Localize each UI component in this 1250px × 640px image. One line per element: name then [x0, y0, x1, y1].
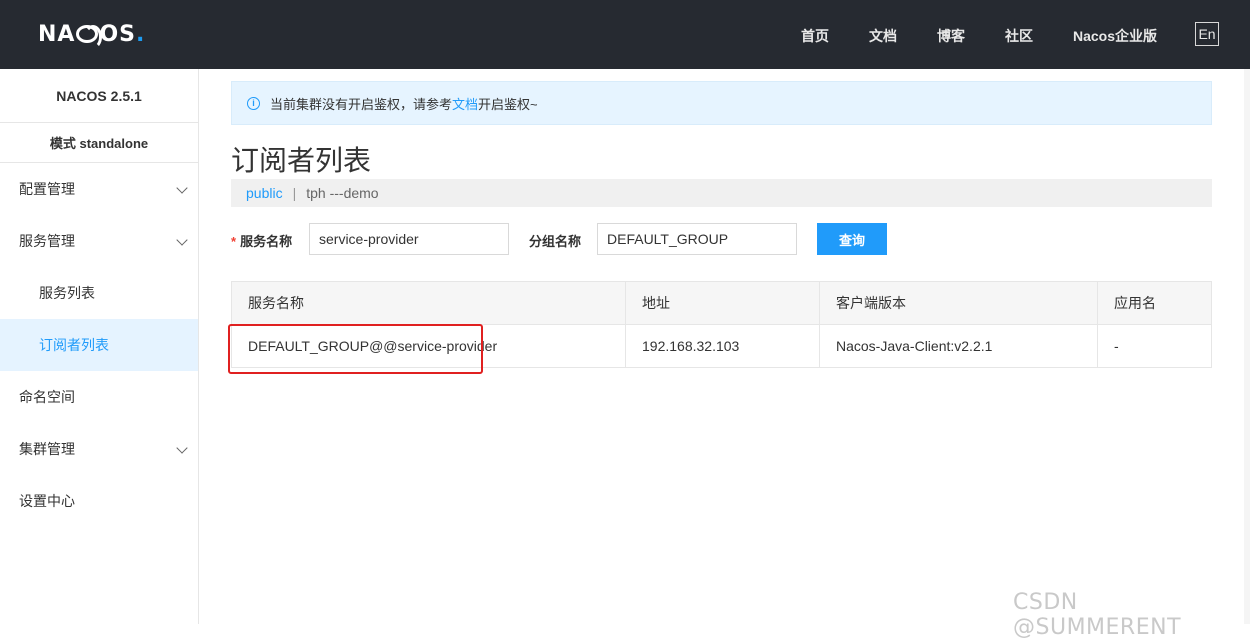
top-navbar: NA OS. 首页 文档 博客 社区 Nacos企业版 En: [0, 0, 1250, 69]
cell-address: 192.168.32.103: [625, 324, 820, 368]
sidebar-item-namespace[interactable]: 命名空间: [0, 371, 198, 423]
sidebar-item-label: 设置中心: [19, 493, 75, 509]
sidebar-item-label: 订阅者列表: [39, 337, 109, 353]
nav-enterprise-link[interactable]: Nacos企业版: [1073, 26, 1157, 46]
nav-community-link[interactable]: 社区: [1005, 26, 1033, 46]
sidebar-item-label: 集群管理: [19, 441, 75, 457]
column-header-service-name: 服务名称: [231, 281, 626, 325]
sidebar-item-service-list[interactable]: 服务列表: [0, 267, 198, 319]
sidebar-item-cluster-management[interactable]: 集群管理: [0, 423, 198, 475]
sidebar-item-settings-center[interactable]: 设置中心: [0, 475, 198, 527]
alert-text-after: 开启鉴权~: [478, 96, 538, 112]
sidebar-item-subscriber-list[interactable]: 订阅者列表: [0, 319, 198, 371]
group-name-label: 分组名称: [529, 234, 582, 249]
sidebar-item-label: 服务管理: [19, 233, 75, 249]
nav-docs-link[interactable]: 文档: [869, 26, 897, 46]
sidebar-item-label: 命名空间: [19, 389, 75, 405]
alert-docs-link[interactable]: 文档: [452, 94, 478, 113]
cell-service-name: DEFAULT_GROUP@@service-provider: [231, 324, 626, 368]
group-name-input[interactable]: DEFAULT_GROUP: [597, 223, 797, 255]
breadcrumb: public | tph ---demo: [231, 179, 1212, 207]
auth-alert: i 当前集群没有开启鉴权，请参考 文档 开启鉴权~: [231, 81, 1212, 125]
mode-label: 模式 standalone: [0, 123, 198, 163]
sidebar-item-service-management[interactable]: 服务管理: [0, 215, 198, 267]
chevron-down-icon: [176, 442, 188, 454]
alert-text-before: 当前集群没有开启鉴权，请参考: [270, 96, 453, 112]
breadcrumb-namespace[interactable]: public: [246, 185, 283, 201]
service-name-label: * 服务名称: [231, 234, 293, 249]
sidebar-item-label: 配置管理: [19, 181, 75, 197]
logo-ring-icon: [76, 25, 103, 49]
watermark: CSDN @SUMMERENT: [1013, 590, 1182, 640]
info-icon: i: [247, 96, 260, 110]
chevron-down-icon: [176, 234, 188, 246]
cell-app-name: -: [1097, 324, 1212, 368]
search-form: * 服务名称 service-provider 分组名称 DEFAULT_GROU…: [231, 223, 1212, 255]
column-header-address: 地址: [625, 281, 820, 325]
sidebar-item-label: 服务列表: [39, 285, 95, 301]
query-button[interactable]: 查询: [817, 223, 887, 255]
chevron-down-icon: [176, 182, 188, 194]
subscriber-table: 服务名称 地址 客户端版本 应用名 DEFAULT_GROUP@@service…: [231, 281, 1212, 368]
sidebar: NACOS 2.5.1 模式 standalone 配置管理 服务管理 服务列表…: [0, 69, 199, 624]
page-title: 订阅者列表: [231, 145, 372, 176]
nav-blog-link[interactable]: 博客: [937, 26, 965, 46]
version-label: NACOS 2.5.1: [0, 69, 198, 123]
nav-home-link[interactable]: 首页: [801, 26, 829, 46]
cell-client-version: Nacos-Java-Client:v2.2.1: [819, 324, 1098, 368]
table-row: DEFAULT_GROUP@@service-provider 192.168.…: [231, 324, 1212, 368]
breadcrumb-detail: tph ---demo: [306, 185, 379, 201]
column-header-client-version: 客户端版本: [819, 281, 1098, 325]
column-header-app-name: 应用名: [1097, 281, 1212, 325]
breadcrumb-separator: |: [292, 185, 297, 201]
scrollbar[interactable]: [1244, 69, 1250, 624]
language-switch-button[interactable]: En: [1195, 22, 1219, 46]
nacos-logo[interactable]: NA OS.: [38, 20, 145, 49]
table-header-row: 服务名称 地址 客户端版本 应用名: [231, 281, 1212, 325]
service-name-input[interactable]: service-provider: [309, 223, 509, 255]
sidebar-item-config-management[interactable]: 配置管理: [0, 163, 198, 215]
